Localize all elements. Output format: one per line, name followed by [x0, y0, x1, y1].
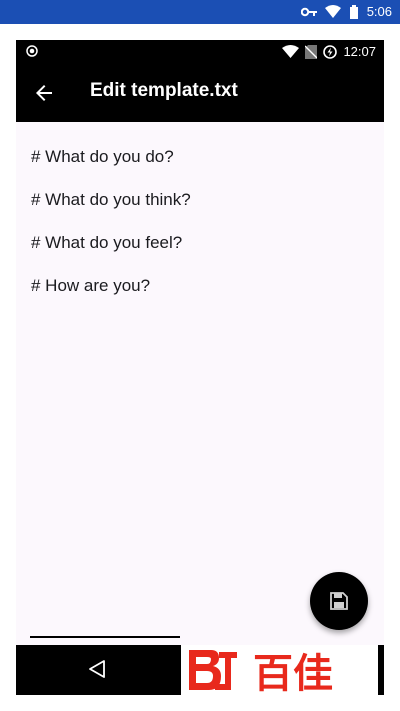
editor-line: # What do you think?	[31, 190, 191, 209]
arrow-left-icon	[36, 85, 52, 101]
watermark: 百佳	[181, 645, 378, 695]
record-icon	[26, 45, 38, 57]
battery-icon	[349, 4, 358, 19]
template-editor[interactable]: # What do you do? # What do you think? #…	[16, 122, 384, 642]
nav-back-button[interactable]	[88, 659, 106, 683]
back-button[interactable]	[32, 81, 56, 105]
editor-line: # How are you?	[31, 276, 151, 295]
home-indicator	[30, 636, 180, 638]
battery-saver-icon	[323, 44, 338, 59]
triangle-back-icon	[89, 660, 105, 678]
host-clock: 5:06	[366, 4, 392, 19]
page-title: Edit template.txt	[90, 80, 238, 101]
svg-text:百佳: 百佳	[253, 651, 333, 694]
device-clock: 12:07	[343, 44, 376, 59]
watermark-logo: 百佳	[188, 650, 333, 694]
floppy-disk-icon	[330, 592, 348, 610]
device-screen: 12:07 Edit template.txt # What do you do…	[16, 40, 384, 695]
app-bar: Edit template.txt	[16, 64, 384, 122]
wifi-icon	[282, 45, 300, 58]
device-status-bar: 12:07	[16, 40, 384, 64]
no-sim-icon	[305, 44, 318, 59]
save-button[interactable]	[310, 572, 368, 630]
wifi-icon	[324, 5, 341, 18]
editor-line: # What do you do?	[31, 147, 174, 166]
host-status-bar: 5:06	[0, 0, 400, 24]
key-icon	[300, 7, 317, 16]
editor-line: # What do you feel?	[31, 233, 183, 252]
